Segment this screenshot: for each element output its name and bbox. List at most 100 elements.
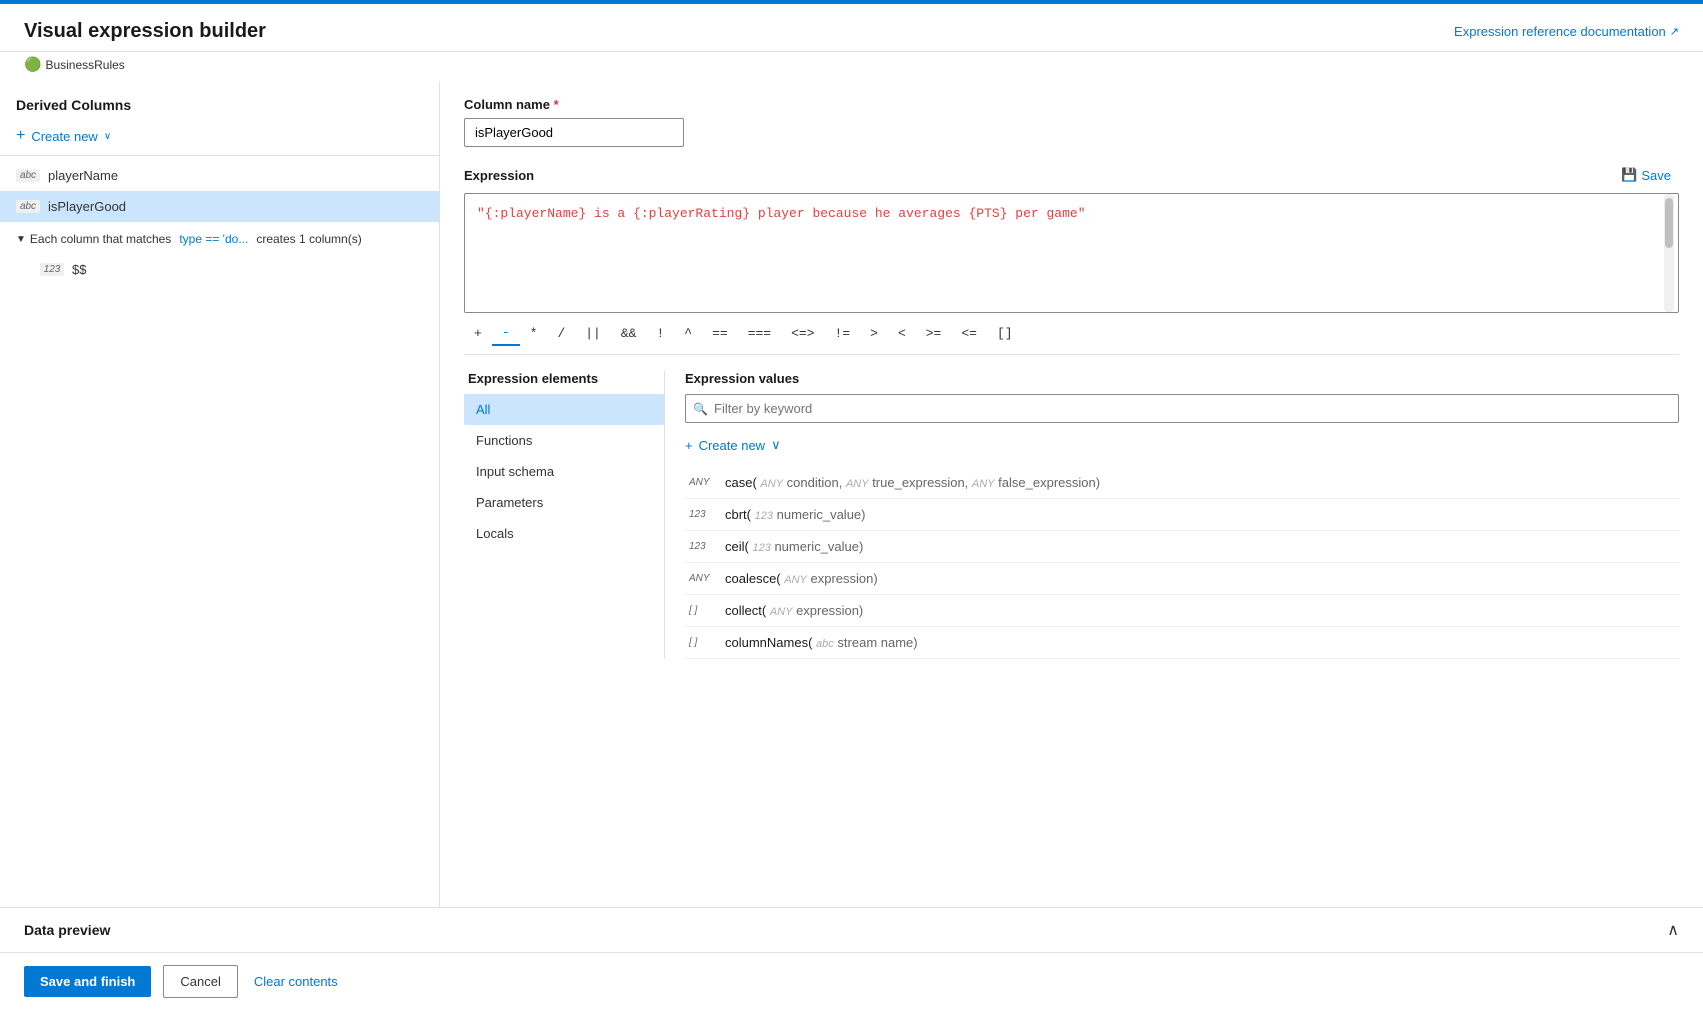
op-caret[interactable]: ^ (674, 322, 702, 345)
func-signature: cbrt( 123 numeric_value) (725, 507, 865, 522)
op-lte[interactable]: <= (951, 322, 987, 345)
scrollbar-thumb[interactable] (1665, 198, 1673, 248)
op-not[interactable]: ! (646, 322, 674, 345)
type-badge-any: ANY (689, 573, 717, 584)
type-badge-arr: [ ] (689, 605, 717, 616)
cancel-button[interactable]: Cancel (163, 965, 237, 998)
clear-contents-button[interactable]: Clear contents (250, 966, 342, 997)
op-eq[interactable]: == (702, 322, 738, 345)
expression-label: Expression (464, 168, 534, 183)
op-plus[interactable]: + (464, 322, 492, 345)
type-badge-any: ANY (689, 477, 717, 488)
func-signature: case( ANY condition, ANY true_expression… (725, 475, 1100, 490)
op-minus[interactable]: - (492, 321, 520, 346)
search-icon: 🔍 (693, 402, 708, 416)
op-or[interactable]: || (575, 322, 611, 345)
derived-columns-title: Derived Columns (0, 97, 439, 121)
func-item-cbrt[interactable]: 123 cbrt( 123 numeric_value) (685, 499, 1679, 531)
breadcrumb-icon: 🟢 (24, 56, 41, 73)
expression-values-panel: Expression values 🔍 + Create new ∨ (664, 371, 1679, 659)
type-badge-num: 123 (40, 263, 64, 276)
op-neq[interactable]: != (825, 322, 861, 345)
op-lt[interactable]: < (888, 322, 916, 345)
type-badge-abc: abc (16, 200, 40, 213)
page-title: Visual expression builder (24, 20, 266, 43)
each-column-link[interactable]: type == 'do... (179, 232, 248, 246)
create-new-value-button[interactable]: + Create new ∨ (685, 433, 1679, 457)
type-badge-arr: [ ] (689, 637, 717, 648)
sidebar: Derived Columns + Create new ∨ abc playe… (0, 81, 440, 907)
elem-item-all[interactable]: All (464, 394, 664, 425)
expression-header: Expression 💾 Save (464, 163, 1679, 187)
expr-bottom: Expression elements All Functions Input … (464, 371, 1679, 659)
each-column-row: ▼ Each column that matches type == 'do..… (0, 222, 439, 256)
column-name-input[interactable] (464, 118, 684, 147)
save-expression-button[interactable]: 💾 Save (1613, 163, 1679, 187)
divider (0, 155, 439, 156)
required-indicator: * (554, 97, 559, 112)
op-spaceship[interactable]: <=> (781, 322, 824, 345)
expression-editor[interactable]: "{:playerName} is a {:playerRating} play… (464, 193, 1679, 313)
type-badge-abc: abc (16, 169, 40, 182)
chevron-down-icon: ∨ (104, 131, 111, 142)
elem-item-functions[interactable]: Functions (464, 425, 664, 456)
sidebar-item-label: playerName (48, 168, 118, 183)
filter-input-wrap: 🔍 (685, 394, 1679, 423)
bottom-section: Data preview ∧ (0, 907, 1703, 952)
sidebar-item-isPlayerGood[interactable]: abc isPlayerGood (0, 191, 439, 222)
func-item-collect[interactable]: [ ] collect( ANY expression) (685, 595, 1679, 627)
func-item-columnNames[interactable]: [ ] columnNames( abc stream name) (685, 627, 1679, 659)
function-list: ANY case( ANY condition, ANY true_expres… (685, 467, 1679, 659)
each-column-text: Each column that matches (30, 232, 171, 246)
column-name-label: Column name * (464, 97, 1679, 112)
expression-reference-link[interactable]: Expression reference documentation ↗ (1454, 24, 1679, 39)
elem-item-locals[interactable]: Locals (464, 518, 664, 549)
op-gt[interactable]: > (860, 322, 888, 345)
expression-elements-panel: Expression elements All Functions Input … (464, 371, 664, 659)
save-and-finish-button[interactable]: Save and finish (24, 966, 151, 997)
main-layout: Derived Columns + Create new ∨ abc playe… (0, 81, 1703, 907)
type-badge-num: 123 (689, 541, 717, 552)
func-signature: collect( ANY expression) (725, 603, 863, 618)
expression-values-title: Expression values (685, 371, 1679, 386)
operators-bar: + - * / || && ! ^ == === <=> != > < >= <… (464, 313, 1679, 355)
data-preview-toggle[interactable]: Data preview ∧ (0, 908, 1703, 952)
func-item-ceil[interactable]: 123 ceil( 123 numeric_value) (685, 531, 1679, 563)
header: Visual expression builder Expression ref… (0, 4, 1703, 52)
sidebar-item-playerName[interactable]: abc playerName (0, 160, 439, 191)
func-signature: coalesce( ANY expression) (725, 571, 878, 586)
op-gte[interactable]: >= (916, 322, 952, 345)
expression-elements-title: Expression elements (464, 371, 664, 386)
op-and[interactable]: && (611, 322, 647, 345)
op-divide[interactable]: / (547, 322, 575, 345)
chevron-down-icon: ▼ (16, 234, 26, 245)
collapse-icon: ∧ (1667, 920, 1679, 940)
plus-icon: + (16, 127, 25, 145)
expr-string-red: "{:playerName} is a {:playerRating} play… (477, 206, 1086, 221)
footer-actions: Save and finish Cancel Clear contents (0, 952, 1703, 1010)
filter-input[interactable] (685, 394, 1679, 423)
sidebar-item-label: isPlayerGood (48, 199, 126, 214)
chevron-down-icon: ∨ (771, 437, 781, 453)
func-signature: ceil( 123 numeric_value) (725, 539, 863, 554)
type-badge-num: 123 (689, 509, 717, 520)
each-column-toggle[interactable]: ▼ Each column that matches type == 'do..… (8, 228, 423, 250)
func-item-coalesce[interactable]: ANY coalesce( ANY expression) (685, 563, 1679, 595)
create-new-label: Create new (31, 129, 97, 144)
op-multiply[interactable]: * (520, 322, 548, 345)
breadcrumb-text: BusinessRules (45, 58, 124, 72)
op-bracket[interactable]: [] (987, 322, 1023, 345)
data-preview-title: Data preview (24, 922, 110, 938)
op-strict-eq[interactable]: === (738, 322, 781, 345)
dollar-item-label: $$ (72, 262, 86, 277)
create-new-button[interactable]: + Create new ∨ (0, 121, 439, 151)
elem-item-input-schema[interactable]: Input schema (464, 456, 664, 487)
each-column-suffix: creates 1 column(s) (256, 232, 361, 246)
func-item-case[interactable]: ANY case( ANY condition, ANY true_expres… (685, 467, 1679, 499)
elem-item-parameters[interactable]: Parameters (464, 487, 664, 518)
right-panel: Column name * Expression 💾 Save "{:playe… (440, 81, 1703, 907)
dollar-item[interactable]: 123 $$ (0, 256, 439, 283)
save-icon: 💾 (1621, 167, 1637, 183)
expression-section: Expression 💾 Save "{:playerName} is a {:… (464, 163, 1679, 659)
func-signature: columnNames( abc stream name) (725, 635, 918, 650)
